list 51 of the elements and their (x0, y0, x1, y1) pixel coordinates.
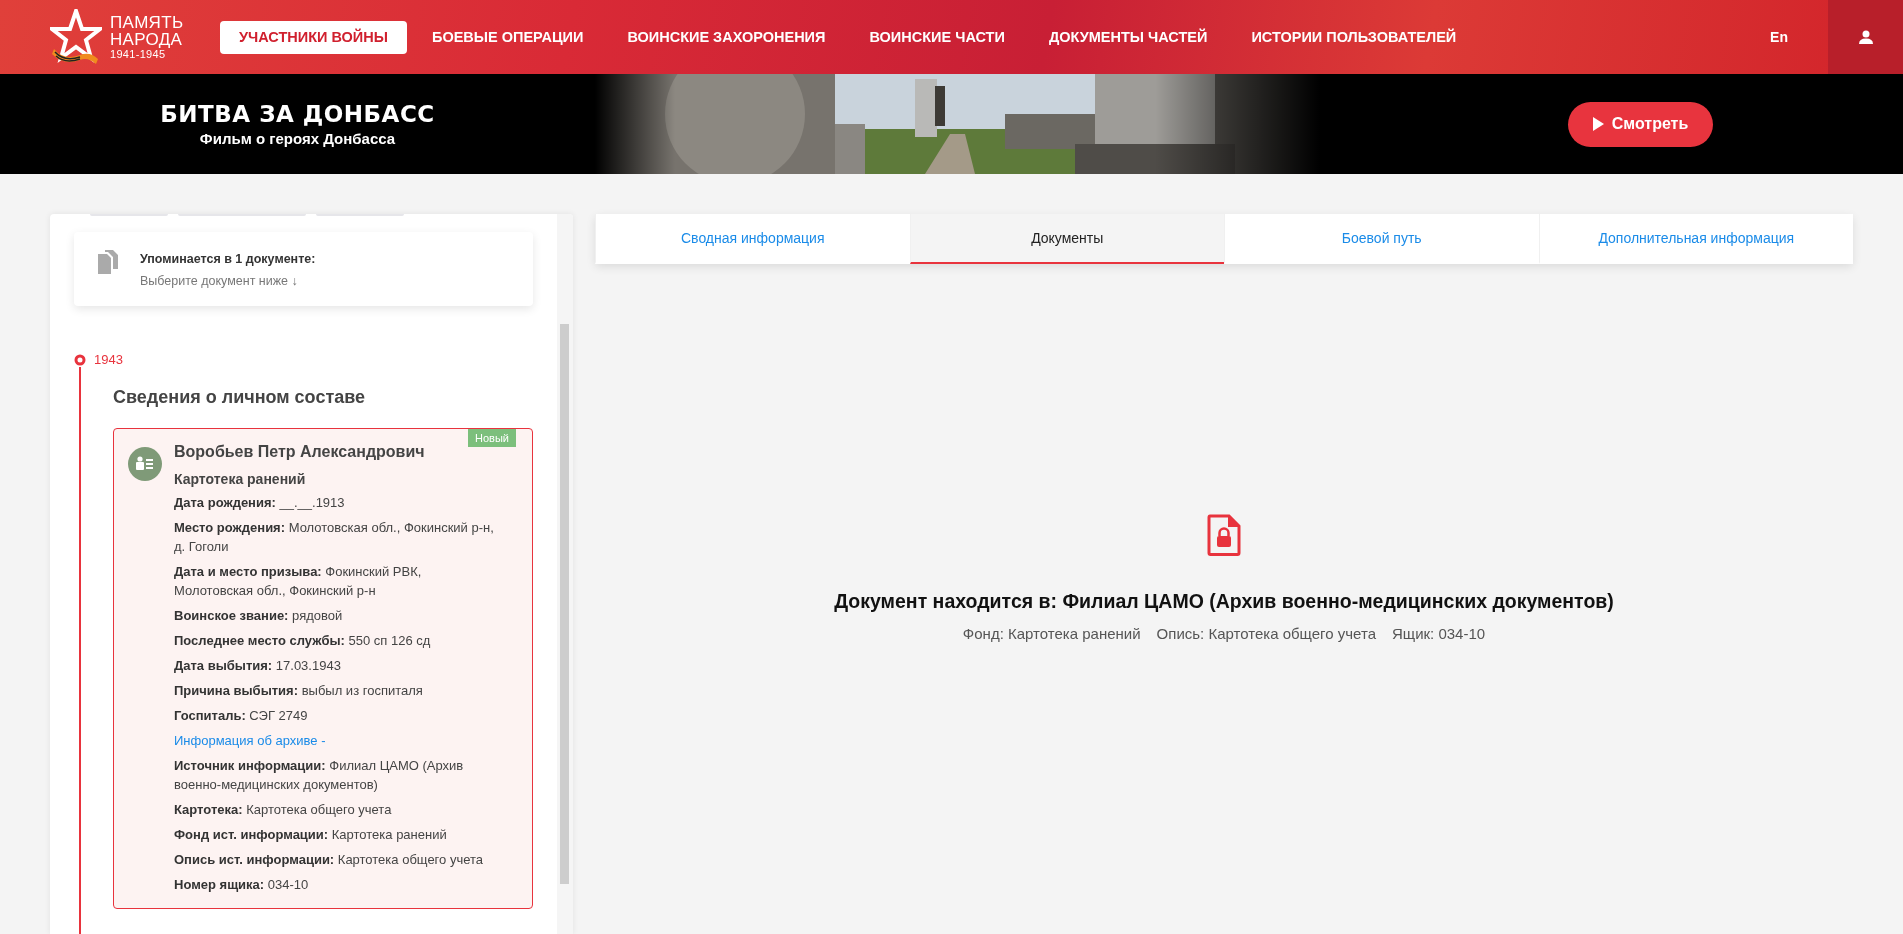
nav-link[interactable]: ВОИНСКИЕ ЗАХОРОНЕНИЯ (608, 20, 845, 54)
record-field: Госпиталь: СЭГ 2749 (174, 706, 498, 725)
watch-button[interactable]: Смотреть (1568, 101, 1713, 147)
documents-icon (98, 250, 118, 274)
record-field: Место рождения: Молотовская обл., Фокинский р-н, д. Гоголи (174, 518, 498, 556)
timeline-year: 1943 (94, 352, 123, 367)
record-field: Опись ист. информации: Картотека общего учета (174, 850, 498, 869)
nav-link[interactable]: ВОИНСКИЕ ЧАСТИ (850, 20, 1024, 54)
tab[interactable]: Боевой путь (1224, 214, 1539, 264)
star-logo-icon[interactable] (50, 9, 102, 65)
new-badge: Новый (468, 429, 516, 447)
archive-info-link[interactable]: Информация об архиве - (174, 731, 498, 750)
document-location: Документ находится в: Филиал ЦАМО (Архив военно-медицинских документов) (834, 590, 1614, 613)
play-icon (1592, 117, 1604, 131)
document-detail: Опись: Картотека общего учета (1156, 625, 1376, 642)
mention-hint: Выберите документ ниже ↓ (140, 274, 299, 288)
logo-text: ПАМЯТЬ (110, 13, 184, 31)
scrollbar[interactable] (557, 214, 573, 934)
tab[interactable]: Дополнительная информация (1538, 214, 1853, 264)
logo-text: 1941-1945 (110, 47, 166, 61)
mention-title: Упоминается в 1 документе: (140, 252, 316, 266)
tab[interactable]: Сводная информация (595, 214, 910, 264)
record-field: Картотека: Картотека общего учета (174, 800, 498, 819)
record-field: Дата рождения: __.__.1913 (174, 493, 498, 512)
language-link[interactable]: En (1770, 29, 1788, 45)
tab[interactable]: Документы (909, 214, 1224, 264)
logo-text: НАРОДА (110, 30, 184, 48)
record-field: Фонд ист. информации: Картотека ранений (174, 825, 498, 844)
document-detail: Ящик: 034-10 (1391, 625, 1486, 642)
person-name: Воробьев Петр Александрович (174, 443, 426, 461)
person-list-icon (128, 447, 162, 481)
user-button[interactable] (1828, 0, 1903, 74)
record-field: Дата и место призыва: Фокинский РВК, Молотовская обл., Фокинский р-н (174, 562, 498, 600)
nav-link[interactable]: БОЕВЫЕ ОПЕРАЦИИ (412, 20, 603, 54)
document-detail: Фонд: Картотека ранений (962, 625, 1141, 642)
banner-subtitle: Фильм о героях Донбасса (199, 130, 396, 147)
section-title: Сведения о личном составе (113, 387, 367, 408)
record-field: Воинское звание: рядовой (174, 606, 498, 625)
nav-link[interactable]: ДОКУМЕНТЫ ЧАСТЕЙ (1029, 20, 1227, 54)
record-type: Картотека ранений (174, 471, 307, 487)
timeline-dot-icon (74, 353, 86, 366)
banner-title: БИТВА ЗА ДОНБАСС (160, 101, 435, 127)
record-field: Источник информации: Филиал ЦАМО (Архив военно-медицинских документов) (174, 756, 498, 794)
record-field: Номер ящика: 034-10 (174, 875, 498, 894)
record-field: Последнее место службы: 550 сп 126 сд (174, 631, 498, 650)
locked-file-icon (1207, 514, 1241, 556)
nav-link[interactable]: ИСТОРИИ ПОЛЬЗОВАТЕЛЕЙ (1232, 20, 1476, 54)
user-icon (1858, 30, 1873, 44)
nav-link[interactable]: УЧАСТНИКИ ВОЙНЫ (220, 20, 407, 54)
record-field: Дата выбытия: 17.03.1943 (174, 656, 498, 675)
record-field: Причина выбытия: выбыл из госпиталя (174, 681, 498, 700)
